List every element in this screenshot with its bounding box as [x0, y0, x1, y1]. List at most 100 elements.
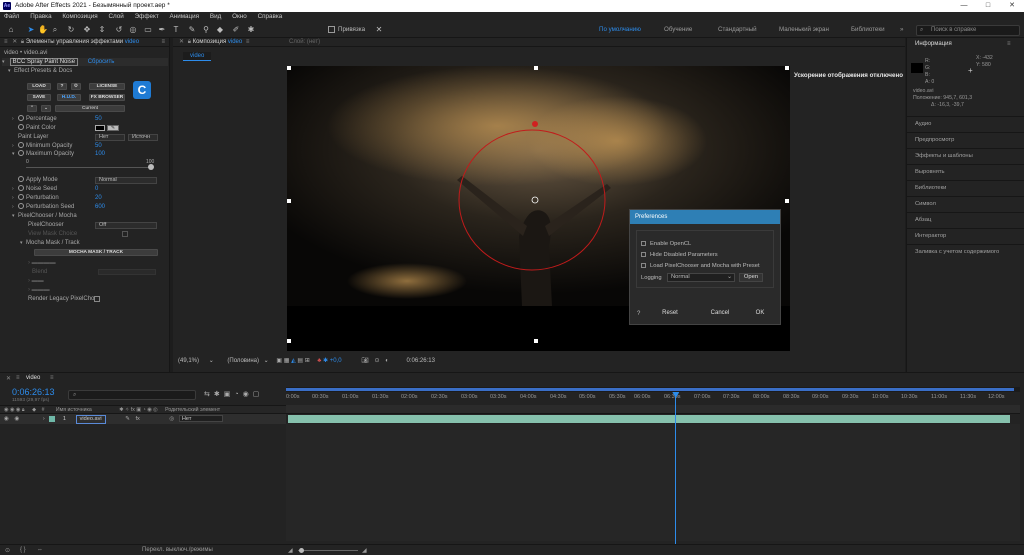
logging-dropdown[interactable]: Normal ⌄ [667, 273, 735, 282]
transform-handle[interactable] [287, 199, 291, 203]
stopwatch-icon[interactable] [18, 203, 24, 210]
exposure-value[interactable]: +0,0 [330, 358, 342, 364]
eraser-tool-icon[interactable]: ◆ [215, 25, 225, 35]
expand-in-out-icon[interactable]: { } [20, 547, 26, 553]
transform-handle[interactable] [785, 199, 789, 203]
transparency-grid-icon[interactable]: ▦ [284, 358, 290, 364]
timeline-zoom-handle[interactable] [299, 548, 304, 553]
hand-tool-icon[interactable]: ✋ [38, 25, 48, 35]
orbit-camera-icon[interactable]: ↻ [66, 25, 76, 35]
enable-opencl-checkbox[interactable] [641, 241, 646, 246]
layer-switch-icon[interactable]: ✎ [125, 416, 130, 422]
expand-stretch-icon[interactable]: ⇔ [37, 547, 43, 553]
menu-animation[interactable]: Анимация [170, 12, 200, 22]
work-area-bar[interactable] [286, 387, 1020, 392]
stopwatch-icon[interactable] [18, 115, 24, 122]
eyedropper-icon[interactable]: ✎ [107, 125, 119, 131]
menu-effect[interactable]: Эффект [135, 12, 159, 22]
resolution-dropdown[interactable]: (Половина) [227, 358, 259, 364]
roto-brush-icon[interactable]: ✐ [231, 25, 241, 35]
stopwatch-icon[interactable] [18, 142, 24, 149]
lock-icon[interactable]: 🔒︎ [188, 39, 191, 45]
panel-overflow-icon[interactable]: ≡ [246, 39, 250, 45]
parent-pickwhip-icon[interactable]: ◎ [169, 416, 174, 422]
draft-3d-icon[interactable]: ✱ [214, 391, 224, 398]
effects-presets-panel-tab[interactable]: Эффекты и шаблоны [907, 148, 1024, 163]
preset-current[interactable]: Current [55, 105, 125, 112]
enable-opencl-option[interactable]: Enable OpenCL [641, 241, 691, 247]
workspace-default[interactable]: По умолчанию [599, 26, 641, 33]
hide-disabled-option[interactable]: Hide Disabled Parameters [641, 252, 718, 258]
load-pixelchooser-checkbox[interactable] [641, 263, 646, 268]
composition-subtab[interactable]: video [183, 52, 212, 61]
max-opacity-slider-handle[interactable] [148, 164, 154, 170]
workspace-small-screen[interactable]: Маленький экран [779, 26, 829, 33]
lock-icon[interactable]: 🔒︎ [21, 39, 24, 45]
preview-panel-tab[interactable]: Предпросмотр [907, 132, 1024, 147]
paint-layer-dropdown[interactable]: Нет [95, 134, 125, 141]
menu-file[interactable]: Файл [4, 12, 19, 22]
label-color-swatch[interactable] [49, 415, 56, 422]
audio-panel-tab[interactable]: Аудио [907, 116, 1024, 131]
stopwatch-icon[interactable] [18, 176, 24, 183]
stopwatch-icon[interactable] [18, 194, 24, 201]
expand-arrow-icon[interactable]: › [12, 203, 18, 211]
parent-dropdown[interactable]: Нет [178, 415, 223, 423]
type-tool-icon[interactable]: T [171, 25, 181, 35]
av-features-icon[interactable]: ◉ ◉ ◉ 🔒︎ [4, 407, 25, 413]
workspace-more-icon[interactable]: » [900, 26, 903, 33]
pan-camera-icon[interactable]: ✥ [82, 25, 92, 35]
content-aware-fill-panel-tab[interactable]: Заливка с учетом содержимого [907, 244, 1024, 259]
panel-overflow-icon[interactable]: ≡ [161, 38, 165, 47]
zoom-tool-icon[interactable]: ⌕ [50, 25, 60, 35]
zoom-out-icon[interactable]: ◢ [288, 547, 293, 554]
expand-arrow-icon[interactable]: › [12, 115, 18, 123]
menu-view[interactable]: Вид [210, 12, 221, 22]
zoom-in-icon[interactable]: ◢ [362, 547, 367, 554]
workspace-libraries[interactable]: Библиотеки [851, 26, 885, 33]
color-channel-icon[interactable]: ♣ [317, 358, 321, 364]
maximize-button[interactable]: □ [976, 0, 1000, 12]
paint-layer-source-dropdown[interactable]: Источн [128, 134, 158, 141]
ruler-track[interactable] [286, 405, 1020, 414]
paint-color-swatch[interactable] [95, 125, 105, 131]
timeline-panel-menu-icon[interactable]: ≡ [16, 375, 20, 381]
expand-arrow-icon[interactable]: › [43, 416, 45, 422]
gear-icon[interactable]: ⚙ [71, 83, 81, 90]
fx-reset-link[interactable]: Сбросить [88, 59, 115, 65]
pixelchooser-dropdown[interactable]: Off [95, 222, 157, 229]
fx-row[interactable]: ▾ BCC Spray Paint Noise Сбросить [2, 58, 168, 66]
pixelchooser-group[interactable]: ▾ PixelChooser / Mocha [12, 212, 77, 220]
switches-icon[interactable]: ✱ ✧ fx ▣ ◔ ◉ ◎ [119, 407, 157, 413]
save-button[interactable]: SAVE [27, 94, 51, 101]
exposure-icon[interactable]: ✱ [323, 358, 328, 364]
source-name-column[interactable]: Имя источника [56, 407, 92, 413]
transform-handle[interactable] [785, 66, 789, 70]
motion-blur-icon[interactable]: ◉ [243, 391, 253, 398]
selection-tool-icon[interactable]: ➤ [26, 25, 36, 35]
transform-handle[interactable] [534, 339, 538, 343]
menu-edit[interactable]: Правка [30, 12, 51, 22]
graph-editor-icon[interactable]: ▢ [253, 391, 264, 398]
close-icon[interactable]: ✕ [179, 39, 184, 45]
character-panel-tab[interactable]: Символ [907, 196, 1024, 211]
work-area-range[interactable] [286, 388, 1014, 391]
menu-help[interactable]: Справка [258, 12, 283, 22]
mocha-group[interactable]: ▾ Mocha Mask / Track [20, 239, 80, 247]
param-min-opacity-value[interactable]: 50 [95, 142, 102, 150]
stopwatch-icon[interactable] [18, 124, 24, 131]
current-time-display[interactable]: 0:06:26:13 [12, 387, 55, 397]
workspace-learn[interactable]: Обучение [664, 26, 692, 33]
layer-duration-bar[interactable] [288, 415, 1010, 423]
stopwatch-icon[interactable] [18, 185, 24, 192]
puppet-pin-icon[interactable]: ✱ [246, 25, 256, 35]
hide-disabled-checkbox[interactable] [641, 252, 646, 257]
grid-icon[interactable]: ⊞ [305, 358, 310, 364]
panel-menu-icon[interactable]: ≡ [1007, 41, 1011, 47]
stopwatch-icon[interactable] [18, 150, 24, 157]
workspace-standard[interactable]: Стандартный [718, 26, 757, 33]
ok-button[interactable]: OK [747, 308, 773, 318]
snap-checkbox[interactable] [328, 26, 335, 33]
mask-visibility-icon[interactable]: ◭ [291, 358, 296, 364]
timeline-tab-name[interactable]: video [26, 375, 40, 381]
